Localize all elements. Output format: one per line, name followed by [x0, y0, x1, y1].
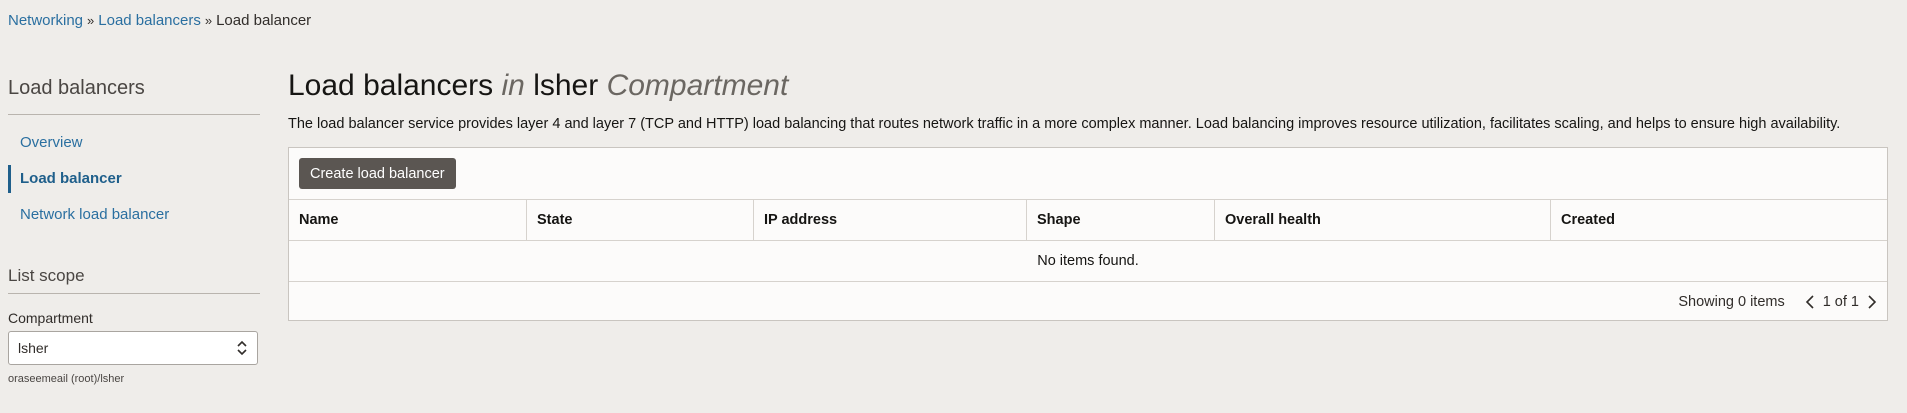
empty-message: No items found.: [289, 241, 1887, 282]
table-header: Name State IP address Shape Overall heal…: [289, 200, 1887, 241]
load-balancer-table-panel: Create load balancer Name State IP addre…: [288, 147, 1888, 321]
column-header-state[interactable]: State: [527, 200, 754, 240]
column-header-overall-health[interactable]: Overall health: [1215, 200, 1551, 240]
compartment-select[interactable]: lsher: [8, 331, 258, 365]
compartment-value: lsher: [18, 340, 49, 356]
page-description: The load balancer service provides layer…: [288, 116, 1841, 132]
page-indicator: 1 of 1: [1822, 294, 1859, 310]
chevron-up-down-icon: [236, 339, 248, 357]
breadcrumb-networking[interactable]: Networking: [8, 12, 83, 29]
create-load-balancer-button[interactable]: Create load balancer: [299, 158, 456, 189]
breadcrumb-current: Load balancer: [216, 12, 312, 29]
sidebar-title: Load balancers: [8, 77, 145, 99]
sidebar-item-network-load-balancer[interactable]: Network load balancer: [8, 201, 260, 229]
page-title-compartment: lsher: [533, 69, 599, 102]
sidebar: Load balancers Overview Load balancer Ne…: [8, 74, 260, 385]
sidebar-item-overview[interactable]: Overview: [8, 129, 260, 157]
list-scope-divider: [8, 293, 260, 294]
breadcrumb-load-balancers[interactable]: Load balancers: [98, 12, 201, 29]
sidebar-divider: [8, 114, 260, 115]
list-scope-title: List scope: [8, 266, 85, 285]
column-header-name[interactable]: Name: [289, 200, 527, 240]
breadcrumb-separator: »: [204, 13, 213, 28]
page-title-suffix: Compartment: [606, 69, 789, 102]
breadcrumb: Networking » Load balancers » Load balan…: [8, 12, 311, 29]
page-title-in: in: [501, 69, 525, 102]
chevron-left-icon[interactable]: [1805, 294, 1815, 310]
sidebar-item-load-balancer[interactable]: Load balancer: [8, 165, 260, 193]
compartment-path: oraseemeail (root)/lsher: [8, 373, 125, 385]
page-title: Load balancers in lsher Compartment: [288, 68, 1888, 104]
breadcrumb-separator: »: [87, 13, 95, 28]
pagination: Showing 0 items 1 of 1: [289, 282, 1887, 322]
compartment-label: Compartment: [8, 310, 93, 326]
showing-count: Showing 0 items: [1678, 294, 1785, 310]
chevron-right-icon[interactable]: [1867, 294, 1877, 310]
column-header-created[interactable]: Created: [1551, 200, 1887, 240]
main-content: Load balancers in lsher Compartment The …: [288, 68, 1888, 321]
column-header-shape[interactable]: Shape: [1027, 200, 1215, 240]
column-header-ip-address[interactable]: IP address: [754, 200, 1027, 240]
table-toolbar: Create load balancer: [289, 148, 1887, 200]
page-title-main: Load balancers: [288, 69, 494, 102]
